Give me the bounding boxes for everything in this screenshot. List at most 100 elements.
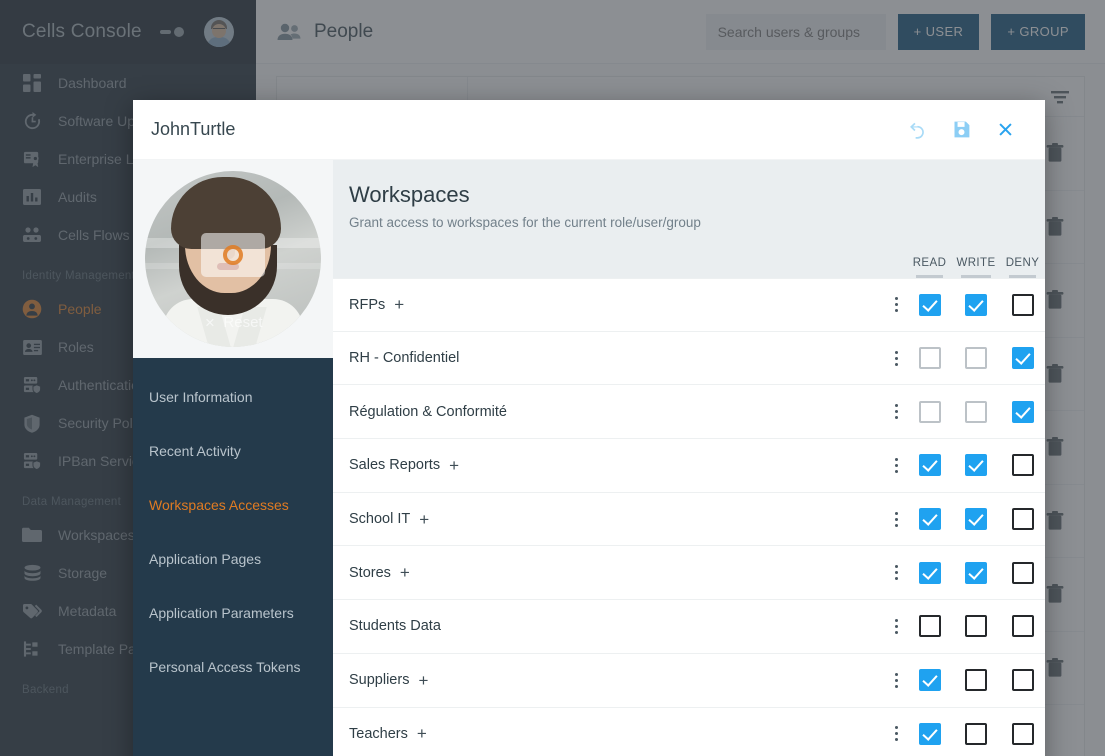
plus-icon[interactable]: + [449,457,459,474]
workspace-label: School IT [349,511,411,528]
workspace-row[interactable]: Teachers + [333,708,1045,756]
workspace-name: Teachers + [349,725,885,742]
deny-cell [1000,400,1045,423]
column-header-write: WRITE [952,257,1000,278]
read-checkbox[interactable] [918,669,941,692]
undo-button[interactable] [895,108,939,152]
close-button[interactable] [983,108,1027,152]
read-cell [907,293,952,316]
write-cell [952,454,1000,477]
more-vertical-icon[interactable] [885,565,907,581]
workspace-label: Suppliers [349,672,410,689]
read-checkbox[interactable] [918,454,941,477]
avatar[interactable]: Reset [145,171,321,347]
avatar-section: Reset [133,160,333,358]
permission-column-headers: READ WRITE DENY [907,257,1045,278]
write-checkbox[interactable] [965,669,987,692]
write-cell [952,293,1000,316]
write-checkbox[interactable] [965,454,987,477]
more-vertical-icon[interactable] [885,726,907,742]
tab-recent-activity[interactable]: Recent Activity [133,424,333,478]
workspace-name: Students Data [349,618,885,634]
read-checkbox[interactable] [918,561,941,584]
deny-checkbox[interactable] [1011,508,1034,531]
read-cell [907,400,952,423]
tab-label: Workspaces Accesses [149,497,289,513]
save-button[interactable] [939,108,983,152]
read-cell [907,561,952,584]
workspace-row[interactable]: RFPs + [333,278,1045,332]
read-checkbox[interactable] [918,508,941,531]
write-checkbox[interactable] [965,400,987,423]
deny-checkbox[interactable] [1011,722,1034,745]
workspace-name: Stores + [349,564,885,581]
tab-application-parameters[interactable]: Application Parameters [133,586,333,640]
read-checkbox[interactable] [918,615,941,638]
workspace-row[interactable]: Stores + [333,546,1045,601]
workspace-row[interactable]: Sales Reports + [333,439,1045,493]
workspace-label: RH - Confidentiel [349,350,460,367]
workspace-label: RFPs [349,296,386,313]
deny-checkbox[interactable] [1011,454,1034,477]
deny-cell [1000,615,1045,638]
write-checkbox[interactable] [965,347,987,370]
more-vertical-icon[interactable] [885,511,907,527]
workspaces-rows: RFPs + RH - Confidentiel Régulation & Confo… [333,278,1045,756]
plus-icon[interactable]: + [418,672,428,689]
workspace-name: RFPs + [349,296,885,313]
tab-application-pages[interactable]: Application Pages [133,532,333,586]
tab-label: Personal Access Tokens [149,659,301,675]
write-checkbox[interactable] [965,615,987,638]
application-root: Cells Console DashboardSoftware UpdatesE… [0,0,1105,756]
read-cell [907,615,952,638]
plus-icon[interactable]: + [400,564,410,581]
tab-user-information[interactable]: User Information [133,370,333,424]
workspace-row[interactable]: RH - Confidentiel [333,332,1045,386]
plus-icon[interactable]: + [394,296,404,313]
write-cell [952,722,1000,745]
plus-icon[interactable]: + [419,511,429,528]
deny-checkbox[interactable] [1011,347,1034,370]
tab-personal-access-tokens[interactable]: Personal Access Tokens [133,640,333,694]
deny-checkbox[interactable] [1011,615,1034,638]
read-checkbox[interactable] [918,347,941,370]
camera-icon[interactable] [201,233,265,278]
read-cell [907,508,952,531]
column-header-read: READ [907,257,952,278]
deny-checkbox[interactable] [1011,400,1034,423]
read-cell [907,347,952,370]
write-cell [952,400,1000,423]
read-checkbox[interactable] [918,293,941,316]
workspace-row[interactable]: Suppliers + [333,654,1045,708]
tab-workspaces-accesses[interactable]: Workspaces Accesses [133,478,333,532]
deny-checkbox[interactable] [1011,293,1034,316]
workspace-name: RH - Confidentiel [349,350,885,366]
read-checkbox[interactable] [918,400,941,423]
more-vertical-icon[interactable] [885,350,907,366]
write-checkbox[interactable] [965,508,987,531]
user-detail-modal: JohnTurtle Reset User Information Recent… [133,100,1045,756]
deny-checkbox[interactable] [1011,561,1034,584]
write-cell [952,561,1000,584]
more-vertical-icon[interactable] [885,404,907,420]
write-checkbox[interactable] [965,722,987,745]
avatar-reset-button[interactable]: Reset [203,314,263,331]
more-vertical-icon[interactable] [885,672,907,688]
workspaces-title: Workspaces [349,182,470,207]
more-vertical-icon[interactable] [885,618,907,634]
workspace-label: Sales Reports [349,457,441,474]
workspace-name: Suppliers + [349,672,885,689]
workspace-row[interactable]: School IT + [333,493,1045,547]
more-vertical-icon[interactable] [885,297,907,313]
more-vertical-icon[interactable] [885,457,907,473]
plus-icon[interactable]: + [417,725,427,742]
write-checkbox[interactable] [965,293,987,316]
deny-cell [1000,508,1045,531]
deny-checkbox[interactable] [1011,669,1034,692]
read-checkbox[interactable] [918,722,941,745]
workspace-row[interactable]: Students Data [333,600,1045,654]
workspace-row[interactable]: Régulation & Conformité [333,385,1045,440]
workspace-label: Teachers [349,725,408,742]
write-checkbox[interactable] [965,561,987,584]
workspace-name: Régulation & Conformité [349,404,885,420]
